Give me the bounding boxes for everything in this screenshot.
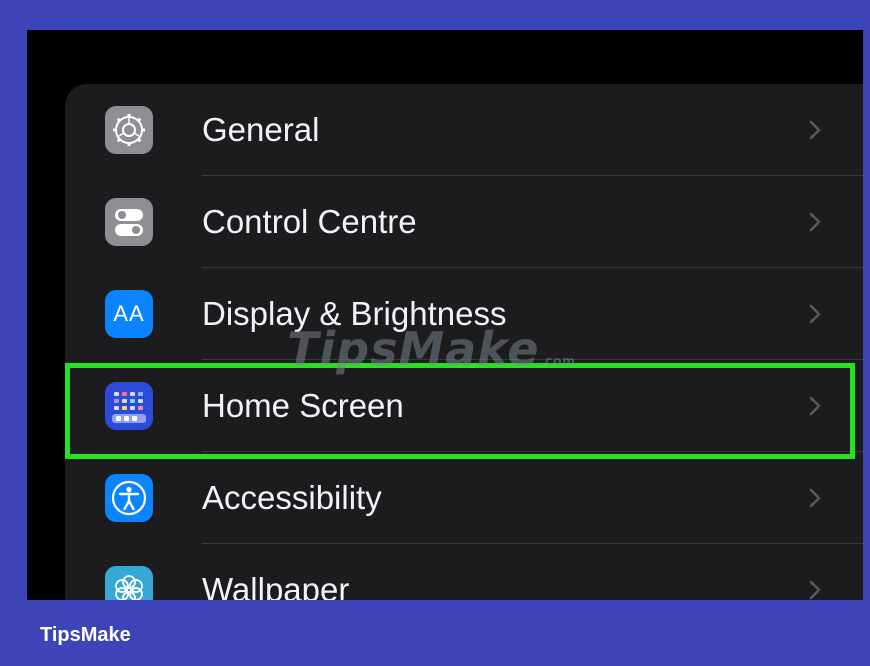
accessibility-icon: [105, 474, 153, 522]
settings-item-wallpaper[interactable]: Wallpaper: [65, 544, 863, 600]
settings-item-display-brightness[interactable]: AA Display & Brightness: [65, 268, 863, 360]
text-size-icon: AA: [105, 290, 153, 338]
settings-item-label: Control Centre: [202, 203, 417, 240]
home-screen-highlight-box: [65, 363, 855, 459]
settings-list: General Control Centre AA Display & Brig: [65, 84, 863, 600]
chevron-right-icon: [809, 580, 821, 600]
settings-item-accessibility[interactable]: Accessibility: [65, 452, 863, 544]
toggles-icon: [105, 198, 153, 246]
chevron-right-icon: [809, 488, 821, 508]
gear-icon: [105, 106, 153, 154]
settings-item-general[interactable]: General: [65, 84, 863, 176]
chevron-right-icon: [809, 120, 821, 140]
footer-bar: TipsMake: [0, 600, 870, 666]
chevron-right-icon: [809, 304, 821, 324]
brand-logo: TipsMake: [40, 624, 131, 646]
settings-item-label: Wallpaper: [202, 571, 350, 600]
settings-screen: General Control Centre AA Display & Brig: [27, 30, 863, 600]
settings-item-label: Display & Brightness: [202, 295, 507, 332]
chevron-right-icon: [809, 212, 821, 232]
text-size-glyph: AA: [113, 301, 145, 326]
settings-item-control-centre[interactable]: Control Centre: [65, 176, 863, 268]
settings-item-label: Accessibility: [202, 479, 382, 516]
settings-item-label: General: [202, 111, 320, 148]
flower-icon: [105, 566, 153, 600]
